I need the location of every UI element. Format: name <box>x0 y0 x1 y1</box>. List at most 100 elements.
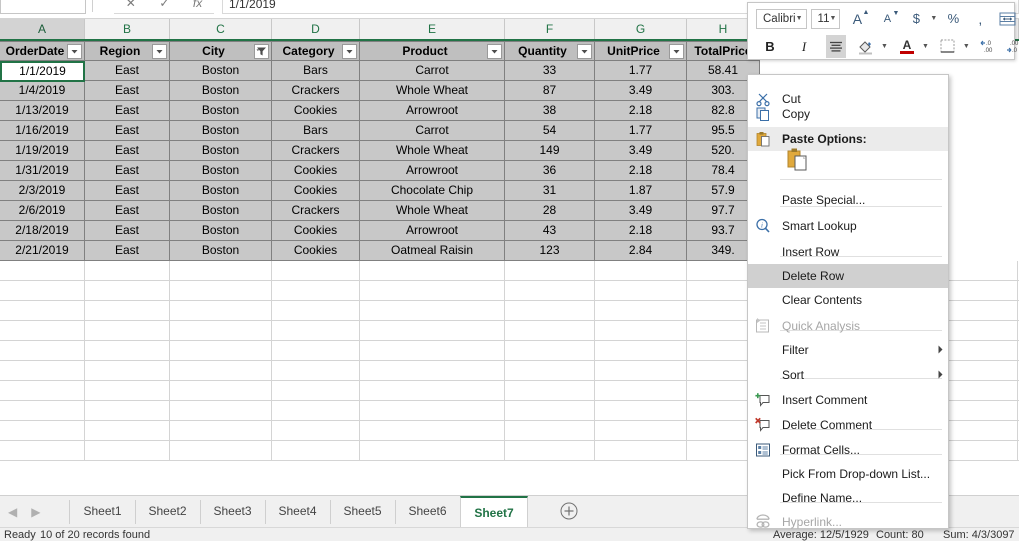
next-arrow-icon[interactable]: ▶ <box>31 505 40 519</box>
empty-cell[interactable] <box>360 321 505 341</box>
accounting-format-button[interactable]: $ <box>906 8 926 30</box>
table-cell[interactable]: 2/18/2019 <box>0 221 85 241</box>
empty-cell[interactable] <box>272 421 360 441</box>
fill-color-chevron-down-icon[interactable]: ▼ <box>881 43 888 50</box>
table-cell[interactable]: Carrot <box>360 61 505 81</box>
empty-cell[interactable] <box>505 441 595 461</box>
empty-cell[interactable] <box>170 441 272 461</box>
table-cell[interactable]: 3.49 <box>595 201 687 221</box>
column-header-e[interactable]: E <box>360 19 505 39</box>
table-header-region[interactable]: Region <box>85 41 170 61</box>
empty-cell[interactable] <box>360 441 505 461</box>
filter-dropdown-icon-category[interactable] <box>342 44 357 59</box>
sheet-tab-sheet2[interactable]: Sheet2 <box>135 496 200 528</box>
table-header-unitprice[interactable]: UnitPrice <box>595 41 687 61</box>
table-cell[interactable]: Bars <box>272 61 360 81</box>
status-sum[interactable]: Sum: 4/3/3097 <box>943 529 1015 541</box>
column-header-c[interactable]: C <box>170 19 272 39</box>
empty-cell[interactable] <box>85 301 170 321</box>
empty-cell[interactable] <box>170 401 272 421</box>
table-cell[interactable]: 2.18 <box>595 101 687 121</box>
empty-cell[interactable] <box>0 341 85 361</box>
empty-cell[interactable] <box>360 281 505 301</box>
empty-cell[interactable] <box>272 401 360 421</box>
table-cell[interactable]: Cookies <box>272 181 360 201</box>
menu-item-insert-row[interactable]: Insert Row <box>748 240 948 264</box>
menu-item-smart-lookup[interactable]: i Smart Lookup <box>748 214 948 238</box>
empty-cell[interactable] <box>170 341 272 361</box>
empty-cell[interactable] <box>505 261 595 281</box>
table-cell[interactable]: 1.77 <box>595 121 687 141</box>
column-header-b[interactable]: B <box>85 19 170 39</box>
empty-cell[interactable] <box>595 361 687 381</box>
mini-toolbar[interactable]: Calibri ▼ 11 ▼ A ▲ A ▼ $ ▼ % , B I ▼ A ▼… <box>747 2 1019 60</box>
table-cell[interactable]: Crackers <box>272 201 360 221</box>
table-cell[interactable]: 3.49 <box>595 81 687 101</box>
table-cell[interactable]: 3.49 <box>595 141 687 161</box>
table-cell[interactable]: Cookies <box>272 241 360 261</box>
empty-cell[interactable] <box>360 381 505 401</box>
empty-cell[interactable] <box>0 381 85 401</box>
sheet-tab-sheet3[interactable]: Sheet3 <box>200 496 265 528</box>
align-icon[interactable] <box>826 35 846 58</box>
table-header-city[interactable]: City <box>170 41 272 61</box>
table-cell[interactable]: 2/21/2019 <box>0 241 85 261</box>
empty-cell[interactable] <box>505 321 595 341</box>
table-cell[interactable]: 1/19/2019 <box>0 141 85 161</box>
empty-cell[interactable] <box>0 281 85 301</box>
table-cell[interactable]: Boston <box>170 101 272 121</box>
borders-chevron-down-icon[interactable]: ▼ <box>963 43 970 50</box>
paste-keep-source-formatting-button[interactable] <box>748 145 948 179</box>
empty-cell[interactable] <box>85 421 170 441</box>
table-cell[interactable]: 28 <box>505 201 595 221</box>
font-name-combo[interactable]: Calibri ▼ <box>756 8 807 29</box>
percent-format-button[interactable]: % <box>943 8 963 30</box>
table-cell[interactable]: 2.18 <box>595 221 687 241</box>
table-cell[interactable]: Bars <box>272 121 360 141</box>
table-cell[interactable]: East <box>85 81 170 101</box>
add-sheet-icon[interactable] <box>560 502 578 520</box>
empty-cell[interactable] <box>85 361 170 381</box>
table-cell[interactable]: Chocolate Chip <box>360 181 505 201</box>
table-cell[interactable]: Boston <box>170 221 272 241</box>
table-cell[interactable]: Carrot <box>360 121 505 141</box>
column-header-d[interactable]: D <box>272 19 360 39</box>
font-color-icon[interactable]: A <box>897 36 917 58</box>
menu-item-define-name[interactable]: Define Name... <box>748 486 948 510</box>
filter-dropdown-icon-unitprice[interactable] <box>669 44 684 59</box>
empty-cell[interactable] <box>272 261 360 281</box>
grow-font-button[interactable]: A ▲ <box>847 8 870 30</box>
table-cell[interactable]: Crackers <box>272 81 360 101</box>
table-cell[interactable]: 149 <box>505 141 595 161</box>
table-cell[interactable]: 33 <box>505 61 595 81</box>
table-cell[interactable]: 43 <box>505 221 595 241</box>
table-cell[interactable]: 54 <box>505 121 595 141</box>
menu-item-pick-from-drop-down-list[interactable]: Pick From Drop-down List... <box>748 462 948 486</box>
sheet-tab-sheet1[interactable]: Sheet1 <box>70 496 135 528</box>
filter-dropdown-icon-orderdate[interactable] <box>67 44 82 59</box>
menu-item-insert-comment[interactable]: Insert Comment <box>748 388 948 412</box>
table-cell[interactable]: East <box>85 121 170 141</box>
empty-cell[interactable] <box>85 441 170 461</box>
empty-cell[interactable] <box>360 301 505 321</box>
table-cell[interactable]: East <box>85 161 170 181</box>
menu-item-clear-contents[interactable]: Clear Contents <box>748 288 948 312</box>
italic-button[interactable]: I <box>794 36 814 58</box>
filter-dropdown-icon-quantity[interactable] <box>577 44 592 59</box>
empty-cell[interactable] <box>85 341 170 361</box>
empty-cell[interactable] <box>595 441 687 461</box>
empty-cell[interactable] <box>0 441 85 461</box>
table-cell[interactable]: Boston <box>170 181 272 201</box>
table-cell[interactable]: 2.18 <box>595 161 687 181</box>
menu-item-format-cells[interactable]: Format Cells... <box>748 438 948 462</box>
empty-cell[interactable] <box>360 401 505 421</box>
fx-icon[interactable]: fx <box>193 0 202 10</box>
filter-dropdown-icon-region[interactable] <box>152 44 167 59</box>
table-cell[interactable]: Crackers <box>272 141 360 161</box>
table-cell[interactable]: 31 <box>505 181 595 201</box>
empty-cell[interactable] <box>0 261 85 281</box>
shrink-font-button[interactable]: A ▼ <box>877 8 900 30</box>
borders-icon[interactable] <box>938 36 958 58</box>
empty-cell[interactable] <box>0 361 85 381</box>
empty-cell[interactable] <box>360 421 505 441</box>
